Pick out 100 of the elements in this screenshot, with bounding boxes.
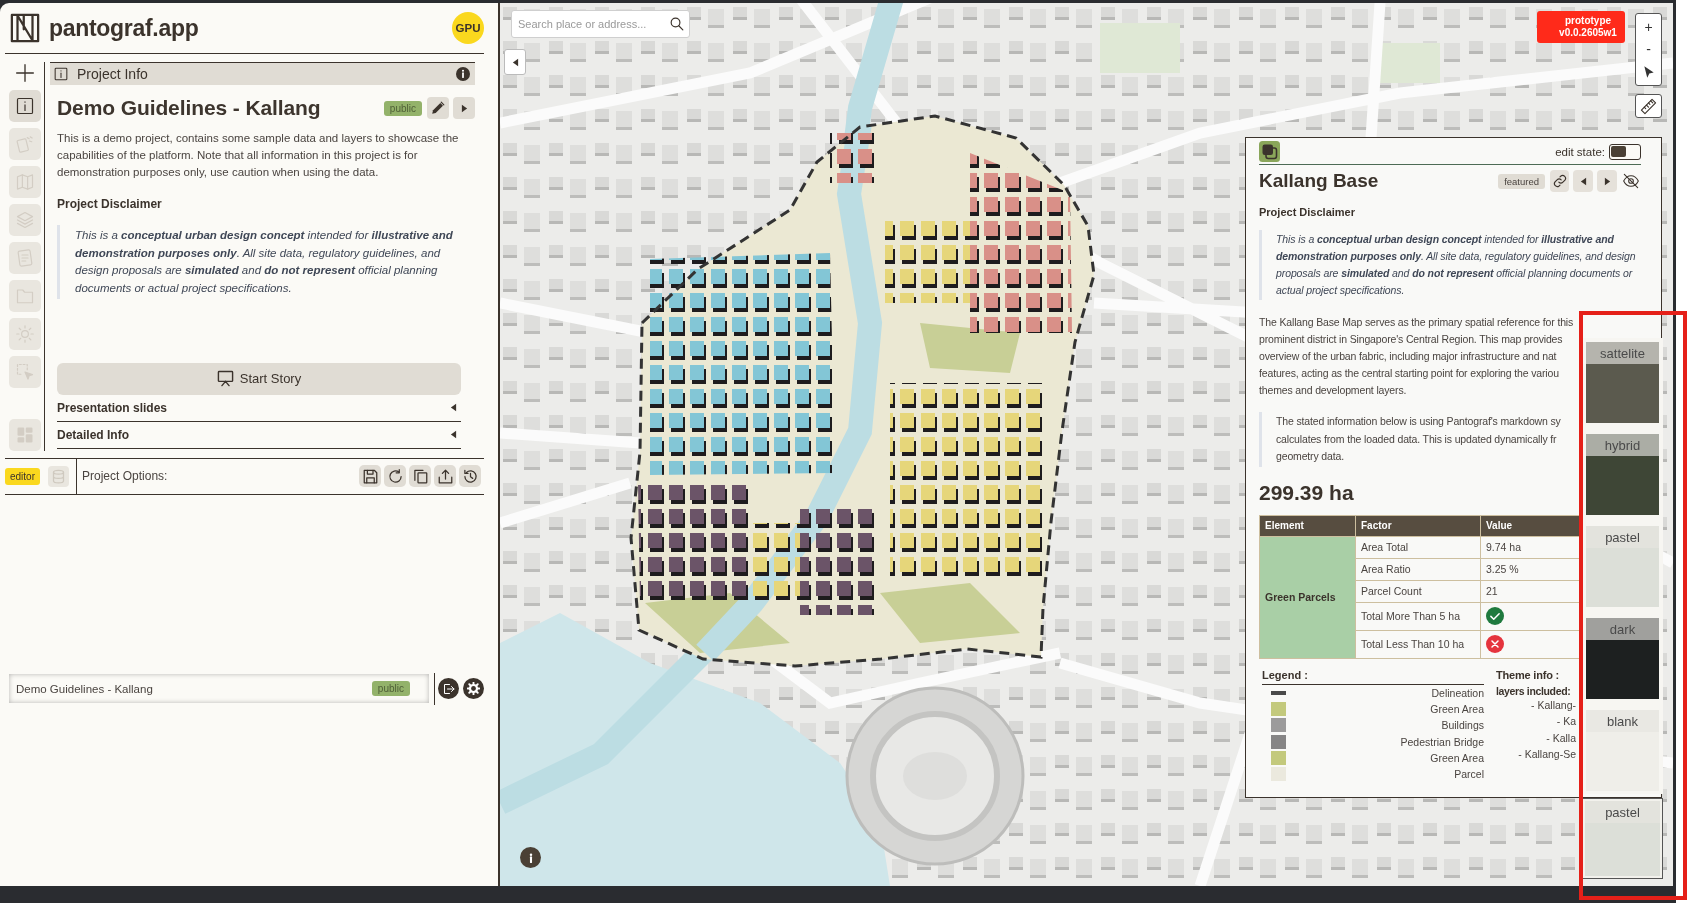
sun-icon: [15, 325, 34, 343]
project-description: This is a demo project, contains some sample data and layers to showcase the capabilities of the platform. Note that all information in this project is for demonstration purposes only, use caution when using the data.: [56, 131, 460, 180]
search-icon: [670, 17, 684, 31]
logo-icon: [10, 13, 40, 43]
basemap-option[interactable]: dark: [1586, 618, 1659, 699]
section-heading: Project Disclaimer: [56, 197, 163, 211]
accordion-header[interactable]: Detailed Info: [57, 421, 461, 449]
accordion-header[interactable]: Presentation slides: [57, 394, 461, 422]
document-icon: [15, 249, 34, 267]
panel-title: Project Info: [77, 66, 149, 82]
copy-icon: [412, 468, 428, 484]
pencil-icon: [431, 101, 445, 115]
history-icon: [462, 468, 478, 484]
basemap-option[interactable]: sattelite: [1586, 342, 1659, 423]
visibility-badge: public: [371, 681, 410, 697]
toggle-label: edit state:: [1555, 145, 1605, 158]
copy-button[interactable]: [409, 465, 431, 487]
edit-state-toggle[interactable]: [1609, 143, 1641, 160]
caret-icon: [449, 403, 458, 412]
add-button[interactable]: [13, 62, 36, 84]
table-cell: Total Less Than 10 ha: [1355, 630, 1481, 658]
layer-name: - Ka: [1555, 714, 1576, 730]
legend-title: Legend :: [1262, 668, 1484, 685]
previous-button[interactable]: [1573, 170, 1593, 192]
refresh-button[interactable]: [384, 465, 406, 487]
layers-icon: [15, 211, 34, 229]
cards-icon: [15, 135, 34, 153]
description-line: features, acting as the central starting point for exploring the variou: [1259, 366, 1559, 381]
eye-off-icon: [1623, 173, 1639, 189]
folder-icon: [15, 287, 34, 305]
note-line: calculates from the loaded data. This is updated dynamically fr: [1276, 431, 1557, 447]
next-button[interactable]: [1597, 170, 1617, 192]
current-basemap-button[interactable]: pastel: [1582, 798, 1663, 879]
link-button[interactable]: [1550, 170, 1569, 192]
column-header: Factor: [1355, 515, 1481, 536]
area-total: 299.39 ha: [1259, 480, 1355, 505]
gpu-badge: GPU: [452, 12, 484, 44]
caret-icon: [1578, 176, 1588, 186]
description-line: The Kallang Base Map serves as the primary spatial reference for this: [1259, 315, 1574, 330]
disclaimer-quote: This is a conceptual urban design concept intended for illustrative and demonstration purposes only. All site data, regulatory guidelines, and design proposals are simulated and do not represent official planning documents or actual project specifications.: [1259, 230, 1641, 300]
link-icon: [1552, 174, 1567, 188]
share-button[interactable]: [434, 465, 456, 487]
basemap-option[interactable]: hybrid: [1586, 434, 1659, 515]
settings-icon: [467, 682, 480, 696]
legend-label: Buildings: [1441, 719, 1484, 732]
sidebar-button[interactable]: [8, 90, 41, 122]
project-title: Demo Guidelines - Kallang: [57, 96, 322, 120]
legend-label: Pedestrian Bridge: [1400, 735, 1484, 748]
play-icon: [459, 103, 469, 113]
legend-label: Green Area: [1430, 751, 1484, 764]
measure-button[interactable]: [1635, 94, 1662, 118]
info-icon: [54, 67, 68, 81]
note-line: geometry data.: [1276, 449, 1344, 464]
save-button[interactable]: [359, 465, 381, 487]
share-icon: [437, 468, 453, 484]
layer-name: - Kalla: [1545, 730, 1576, 746]
map-icon: [15, 173, 34, 191]
description-line: overview of the urban fabric, including major infrastructure and nat: [1259, 349, 1557, 364]
section-heading: Project Disclaimer: [1259, 206, 1356, 218]
description-line: prominent district in Singapore's Central Region. This map provides: [1259, 332, 1563, 347]
caret-icon: [449, 430, 458, 439]
visibility-badge: public: [383, 100, 422, 116]
database-icon: [51, 468, 66, 484]
settings-button[interactable]: [463, 678, 484, 700]
info-icon: [15, 97, 34, 115]
history-button[interactable]: [459, 465, 481, 487]
featured-badge: featured: [1498, 173, 1545, 189]
plus-icon: [14, 63, 35, 83]
presentation-icon: [216, 370, 234, 387]
cursor-select-icon: [15, 363, 34, 381]
legend-label: Delineation: [1431, 686, 1484, 699]
layer-name: - Kallang-: [1530, 698, 1576, 713]
save-icon: [362, 468, 378, 484]
search-field[interactable]: Search place or address...: [511, 10, 690, 38]
layers-icon: [1259, 141, 1280, 162]
table-cell: Area Ratio: [1355, 558, 1481, 580]
role-badge: editor: [5, 467, 40, 485]
edit-button[interactable]: [427, 97, 449, 119]
start-story-button[interactable]: Start Story: [57, 362, 461, 395]
basemap-option[interactable]: blank: [1586, 710, 1659, 791]
logout-icon: [442, 682, 455, 695]
table-cell: Parcel Count: [1355, 580, 1481, 602]
badge-title: prototype: [1564, 15, 1612, 27]
zoom-in-button[interactable]: +: [1637, 17, 1660, 38]
legend-label: Parcel: [1454, 768, 1484, 781]
card-title: Kallang Base: [1259, 170, 1380, 192]
ruler-icon: [1640, 97, 1657, 115]
collapse-button[interactable]: [504, 49, 526, 75]
theme-subtitle: layers included:: [1496, 685, 1572, 697]
app-name: pantograf.app: [49, 14, 199, 42]
logout-button[interactable]: [438, 678, 459, 700]
park-drawing: [1380, 43, 1440, 83]
project-field[interactable]: Demo Guidelines - Kallang public: [9, 674, 429, 704]
theme-title: Theme info :: [1496, 668, 1560, 683]
zoom-out-button[interactable]: -: [1637, 39, 1660, 60]
play-button[interactable]: [453, 97, 475, 119]
basemap-option[interactable]: pastel: [1586, 526, 1659, 607]
table-cell: Total More Than 5 ha: [1355, 602, 1481, 630]
info-icon: [456, 67, 470, 81]
column-header: Element: [1259, 515, 1356, 536]
